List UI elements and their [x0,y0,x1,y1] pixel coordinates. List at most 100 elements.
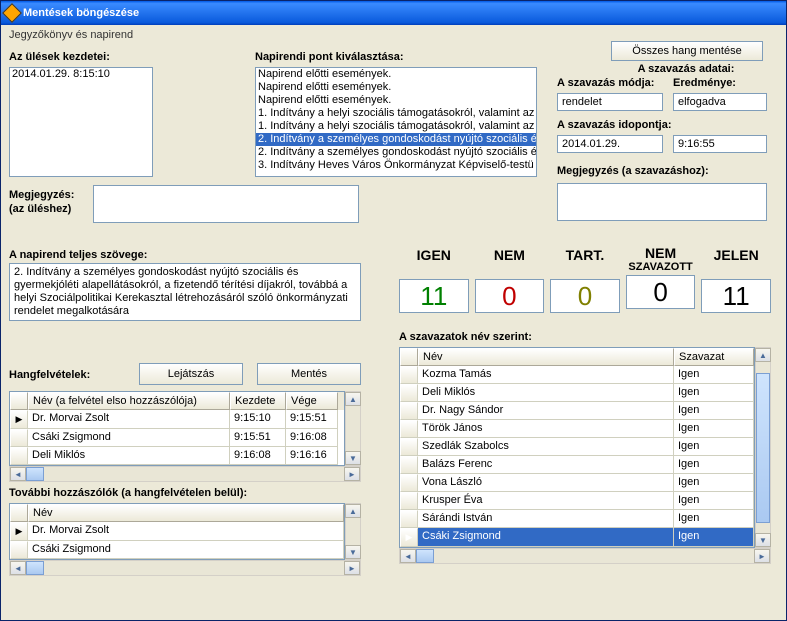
save-button[interactable]: Mentés [257,363,361,385]
vote-col-igen: IGEN 11 [399,247,469,313]
session-note-label2: (az üléshez) [9,203,71,215]
agenda-item[interactable]: Napirend előtti események. [256,68,536,81]
table-row[interactable]: Balázs FerencIgen [400,456,754,474]
vote-note-field[interactable] [557,183,767,221]
scroll-thumb[interactable] [26,561,44,575]
table-row[interactable]: Dr. Nagy SándorIgen [400,402,754,420]
sessions-label: Az ülések kezdetei: [9,51,110,63]
vote-hdr-nem: NEM [494,247,525,263]
agenda-item[interactable]: 3. Indítvány Heves Város Önkormányzat Ké… [256,159,536,172]
vote-hdr-igen: IGEN [417,247,451,263]
vote-hdr-nemsz1: NEM [645,247,676,259]
window-title: Mentések böngészése [23,7,139,19]
scroll-up-icon[interactable]: ▲ [345,504,361,518]
vote-box-nem: 0 [475,279,545,313]
recordings-label: Hangfelvételek: [9,369,90,381]
app-icon [2,3,22,23]
table-row[interactable]: Krusper ÉvaIgen [400,492,754,510]
scroll-left-icon[interactable]: ◄ [10,561,26,575]
scroll-up-icon[interactable]: ▲ [345,392,361,406]
scroll-right-icon[interactable]: ► [754,549,770,563]
session-note-label: Megjegyzés: [9,189,74,201]
col-end[interactable]: Vége [286,392,338,410]
vote-hdr-nemsz2: SZAVAZOTT [628,261,692,273]
speakers-hscroll[interactable]: ◄ ► [9,560,361,576]
agenda-item[interactable]: Napirend előtti események. [256,81,536,94]
scroll-left-icon[interactable]: ◄ [400,549,416,563]
agenda-listbox[interactable]: Napirend előtti események.Napirend előtt… [255,67,537,177]
scroll-thumb[interactable] [756,373,770,523]
table-row[interactable]: Szedlák SzabolcsIgen [400,438,754,456]
vote-note-label: Megjegyzés (a szavazáshoz): [557,165,709,177]
session-item[interactable]: 2014.01.29. 8:15:10 [10,68,152,81]
votes-grid-wrap: Név Szavazat Kozma TamásIgenDeli MiklósI… [399,347,771,564]
scroll-thumb[interactable] [26,467,44,481]
scroll-up-icon[interactable]: ▲ [755,348,771,362]
vote-time-field[interactable]: 9:16:55 [673,135,767,153]
body: Az ülések kezdetei: 2014.01.29. 8:15:10 … [1,45,786,620]
sessions-listbox[interactable]: 2014.01.29. 8:15:10 [9,67,153,177]
scroll-down-icon[interactable]: ▼ [755,533,771,547]
votes-hscroll[interactable]: ◄ ► [399,548,771,564]
play-button[interactable]: Lejátszás [139,363,243,385]
vote-box-jelen: 11 [701,279,771,313]
votes-vscroll[interactable]: ▲ ▼ [755,347,771,548]
vote-time-label: A szavazás idopontja: [557,119,672,131]
votes-grid[interactable]: Név Szavazat Kozma TamásIgenDeli MiklósI… [399,347,755,548]
agenda-item[interactable]: Napirend előtti események. [256,94,536,107]
table-row[interactable]: ▶Dr. Morvai Zsolt [10,522,344,541]
scroll-right-icon[interactable]: ► [344,467,360,481]
scroll-down-icon[interactable]: ▼ [345,451,361,465]
vote-col-tart: TART. 0 [550,247,620,313]
votes-by-name-label: A szavazatok név szerint: [399,331,532,343]
vote-counts-row: IGEN 11 NEM 0 TART. 0 NEM SZAVAZOTT 0 JE… [399,247,771,313]
session-note-field[interactable] [93,185,359,223]
agenda-item[interactable]: 1. Indítvány a helyi szociális támogatás… [256,107,536,120]
scroll-thumb[interactable] [416,549,434,563]
col-name-vote[interactable]: Név [418,348,674,366]
table-row[interactable]: Deli MiklósIgen [400,384,754,402]
agenda-item[interactable]: 2. Indítvány a személyes gondoskodást ny… [256,133,536,146]
speakers-grid[interactable]: Név ▶Dr. Morvai ZsoltCsáki Zsigmond [9,503,345,560]
recordings-vscroll[interactable]: ▲ ▼ [345,391,361,466]
vote-mode-field[interactable]: rendelet [557,93,663,111]
save-all-audio-button[interactable]: Összes hang mentése [611,41,763,61]
col-name-rec[interactable]: Név (a felvétel elso hozzászólója) [28,392,230,410]
speakers-label: További hozzászólók (a hangfelvételen be… [9,487,247,499]
vote-col-nemsz: NEM SZAVAZOTT 0 [626,247,696,313]
table-row[interactable]: Csáki Zsigmond [10,541,344,559]
vote-mode-label: A szavazás módja: [557,77,654,89]
col-vote[interactable]: Szavazat [674,348,754,366]
agenda-full-text[interactable]: 2. Indítvány a személyes gondoskodást ny… [9,263,361,321]
scroll-down-icon[interactable]: ▼ [345,545,361,559]
vote-result-field[interactable]: elfogadva [673,93,767,111]
table-row[interactable]: Török JánosIgen [400,420,754,438]
vote-hdr-tart: TART. [566,247,605,263]
table-row[interactable]: Kozma TamásIgen [400,366,754,384]
speakers-grid-wrap: Név ▶Dr. Morvai ZsoltCsáki Zsigmond ▲ ▼ … [9,503,361,576]
table-row[interactable]: ▶Csáki ZsigmondIgen [400,528,754,547]
titlebar[interactable]: Mentések böngészése [1,1,786,25]
vote-col-nem: NEM 0 [475,247,545,313]
recordings-grid-wrap: Név (a felvétel elso hozzászólója) Kezde… [9,391,361,482]
recordings-hscroll[interactable]: ◄ ► [9,466,361,482]
table-row[interactable]: Vona LászlóIgen [400,474,754,492]
table-row[interactable]: Csáki Zsigmond9:15:519:16:08 [10,429,344,447]
scroll-right-icon[interactable]: ► [344,561,360,575]
window: Mentések böngészése Jegyzőkönyv és napir… [0,0,787,621]
agenda-item[interactable]: 2. Indítvány a személyes gondoskodást ny… [256,146,536,159]
vote-date-field[interactable]: 2014.01.29. [557,135,663,153]
recordings-grid[interactable]: Név (a felvétel elso hozzászólója) Kezde… [9,391,345,466]
col-start[interactable]: Kezdete [230,392,286,410]
speakers-vscroll[interactable]: ▲ ▼ [345,503,361,560]
vote-col-jelen: JELEN 11 [701,247,771,313]
table-row[interactable]: ▶Dr. Morvai Zsolt9:15:109:15:51 [10,410,344,429]
vote-box-nemsz: 0 [626,275,696,309]
agenda-item[interactable]: 1. Indítvány a helyi szociális támogatás… [256,120,536,133]
scroll-left-icon[interactable]: ◄ [10,467,26,481]
agenda-full-label: A napirend teljes szövege: [9,249,147,261]
table-row[interactable]: Sárándi IstvánIgen [400,510,754,528]
table-row[interactable]: Deli Miklós9:16:089:16:16 [10,447,344,465]
col-name-speaker[interactable]: Név [28,504,344,522]
agenda-select-label: Napirendi pont kiválasztása: [255,51,404,63]
